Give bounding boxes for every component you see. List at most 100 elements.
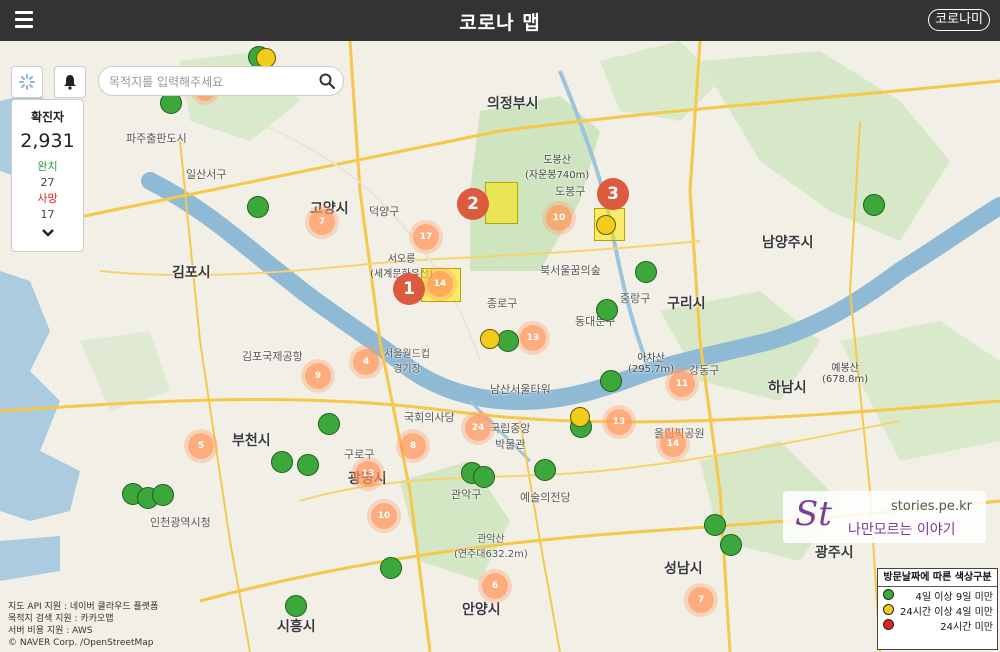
search-bar (98, 66, 344, 96)
search-input[interactable] (109, 72, 309, 92)
visit-marker-yellow[interactable] (480, 329, 500, 349)
route-badge-2[interactable]: 2 (457, 188, 489, 220)
visit-marker-green[interactable] (473, 466, 495, 488)
legend-dot-red (883, 619, 894, 630)
place-ilsan: 일산서구 (186, 168, 227, 181)
legend-label: 24시간 미만 (940, 622, 993, 633)
visit-marker-green[interactable] (720, 534, 742, 556)
place-gwangju: 광주시 (815, 545, 854, 561)
loading-spinner-icon (19, 74, 35, 90)
search-icon[interactable] (319, 73, 335, 89)
cluster-marker[interactable]: 7 (309, 209, 335, 235)
visit-marker-green[interactable] (497, 330, 519, 352)
legend-label: 24시간 이상 4일 미만 (899, 607, 993, 618)
notification-button[interactable] (54, 66, 86, 98)
corona-mi-button[interactable]: 코로나미 (928, 9, 990, 31)
expand-chevron-icon[interactable] (12, 223, 83, 237)
place-yebongsan: 예봉산 (678.8m) (822, 363, 869, 385)
place-worldcup: 서울월드컵 경기장 (384, 349, 430, 375)
attribution-line: 서버 비용 지원 : AWS (8, 626, 93, 636)
cluster-marker[interactable]: 6 (482, 573, 508, 599)
attribution-line: 지도 API 지원 : 네이버 클라우드 플랫폼 (8, 602, 159, 612)
visit-marker-green[interactable] (534, 459, 556, 481)
recovered-count: 27 (40, 176, 55, 189)
cluster-marker[interactable]: 17 (413, 224, 439, 250)
deaths-count: 17 (40, 208, 55, 221)
cluster-marker[interactable]: 11 (669, 371, 695, 397)
visit-marker-green[interactable] (152, 484, 174, 506)
place-jongno: 종로구 (487, 297, 518, 310)
confirmed-label: 확진자 (30, 110, 65, 124)
visit-marker-green[interactable] (318, 413, 340, 435)
cluster-marker[interactable]: 14 (427, 271, 453, 297)
legend-row: 24시간 미만 (878, 617, 997, 633)
place-gukhoe: 국회의사당 (404, 411, 455, 424)
place-junggu: 중랑구 (620, 292, 651, 305)
bell-icon (64, 75, 76, 90)
visit-marker-green[interactable] (271, 451, 293, 473)
highlight-area-2 (485, 182, 518, 224)
place-guro: 구로구 (344, 448, 375, 461)
legend-title: 방문날짜에 따른 색상구분 (878, 569, 997, 587)
app-header: 코로나 맵 코로나미 (0, 0, 1000, 41)
visit-marker-green[interactable] (297, 454, 319, 476)
map-canvas[interactable]: 의정부시 고양시 김포시 남양주시 구리시 하남시 부천시 광명시 성남시 안양… (0, 41, 1000, 652)
cluster-marker[interactable]: 13 (606, 409, 632, 435)
cluster-marker[interactable]: 13 (355, 461, 381, 487)
map-attribution: 지도 API 지원 : 네이버 클라우드 플랫폼 목적지 검색 지원 : 카카오… (8, 601, 158, 649)
cluster-marker[interactable]: 10 (371, 503, 397, 529)
place-museum: 국립중앙 박물관 (490, 422, 531, 451)
cluster-marker[interactable]: 5 (188, 433, 214, 459)
place-anyang: 안양시 (462, 602, 501, 618)
place-namsan: 남산서울타워 (490, 383, 551, 396)
place-gangdong: 강동구 (689, 364, 720, 377)
visit-marker-yellow[interactable] (256, 48, 276, 68)
attribution-line: © NAVER Corp. /OpenStreetMap (8, 638, 154, 648)
visit-marker-green[interactable] (600, 370, 622, 392)
watermark-url: stories.pe.kr (891, 499, 972, 514)
cluster-marker[interactable]: 7 (688, 587, 714, 613)
locate-button[interactable] (11, 66, 43, 98)
visit-marker-green[interactable] (704, 514, 726, 536)
visit-marker-green[interactable] (596, 299, 618, 321)
watermark-logo: St (795, 494, 832, 534)
watermark-banner: St stories.pe.kr 나만모르는 이야기 (783, 491, 986, 543)
cluster-marker[interactable]: 4 (353, 349, 379, 375)
cluster-marker[interactable]: 24 (465, 415, 491, 441)
route-badge-1[interactable]: 1 (393, 273, 425, 305)
place-dobongsan: 도봉산 (자운봉740m) (525, 155, 590, 181)
place-hanam: 하남시 (768, 380, 807, 396)
place-bukseoul: 북서울꿈의숲 (540, 264, 601, 277)
visit-marker-green[interactable] (380, 557, 402, 579)
legend-row: 4일 이상 9일 미만 (878, 587, 997, 603)
route-badge-3[interactable]: 3 (597, 178, 629, 210)
place-siheung: 시흥시 (277, 619, 316, 635)
legend-dot-yellow (883, 604, 894, 615)
visit-marker-green[interactable] (247, 196, 269, 218)
deaths-label: 사망 (37, 192, 58, 205)
place-namyangju: 남양주시 (762, 235, 814, 251)
legend-row: 24시간 이상 4일 미만 (878, 602, 997, 618)
confirmed-count: 2,931 (20, 130, 75, 152)
place-guri: 구리시 (667, 296, 706, 312)
visit-marker-green[interactable] (285, 595, 307, 617)
visit-marker-green[interactable] (635, 261, 657, 283)
recovered-label: 완치 (37, 160, 58, 173)
place-gwanak: 관악구 (451, 488, 482, 501)
visit-marker-green[interactable] (863, 194, 885, 216)
place-yesul: 예술의전당 (520, 491, 571, 504)
cluster-marker[interactable]: 9 (305, 363, 331, 389)
place-gwanaksan: 관악산 (연주대632.2m) (454, 534, 528, 560)
cluster-marker[interactable]: 10 (546, 205, 572, 231)
watermark-text: 나만모르는 이야기 (848, 522, 956, 538)
cluster-marker[interactable]: 8 (400, 433, 426, 459)
cluster-marker[interactable]: 14 (660, 431, 686, 457)
stats-panel: 확진자 2,931 완치 27 사망 17 (11, 99, 84, 252)
place-dobong: 도봉구 (555, 185, 586, 198)
visit-marker-yellow[interactable] (570, 407, 590, 427)
visit-marker-yellow[interactable] (596, 215, 616, 235)
color-legend: 방문날짜에 따른 색상구분 4일 이상 9일 미만 24시간 이상 4일 미만 … (877, 568, 998, 650)
legend-dot-green (883, 589, 894, 600)
cluster-marker[interactable]: 13 (520, 325, 546, 351)
page-title: 코로나 맵 (459, 12, 541, 34)
